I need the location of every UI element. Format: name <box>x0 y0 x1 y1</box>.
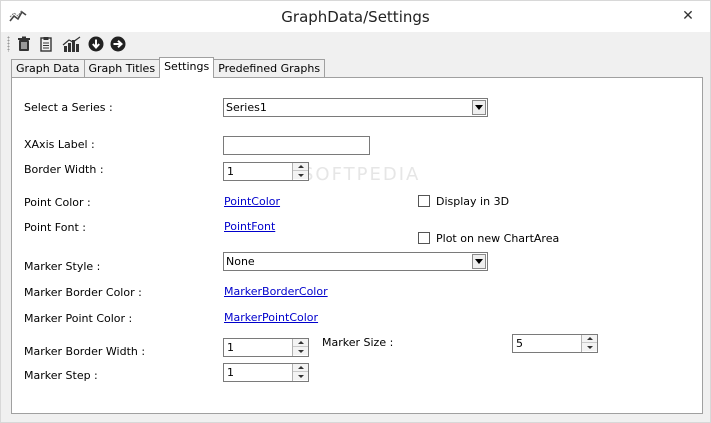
chevron-down-icon <box>586 345 593 349</box>
marker-step-value: 1 <box>227 366 234 379</box>
app-window: GraphData/Settings ✕ Graph Data Graph Ti… <box>0 0 711 423</box>
series-select-value: Series1 <box>226 101 267 114</box>
border-width-stepper[interactable]: 1 <box>223 162 309 181</box>
border-width-down-button[interactable] <box>293 171 308 179</box>
forward-button[interactable] <box>109 35 127 53</box>
close-button[interactable]: ✕ <box>676 5 700 27</box>
chevron-up-icon <box>586 337 593 340</box>
marker-border-width-label: Marker Border Width : <box>24 345 146 358</box>
marker-style-select[interactable]: None <box>223 252 488 271</box>
toolbar-grip[interactable] <box>7 36 10 52</box>
marker-step-stepper-buttons <box>292 364 308 381</box>
trash-icon <box>18 36 30 51</box>
tab-graph-titles[interactable]: Graph Titles <box>83 59 161 78</box>
close-icon: ✕ <box>682 8 694 24</box>
chevron-up-icon <box>297 366 304 369</box>
point-font-label: Point Font : <box>24 221 86 234</box>
marker-size-label: Marker Size : <box>322 336 394 349</box>
chevron-down-icon <box>475 105 483 110</box>
marker-border-width-stepper[interactable]: 1 <box>223 338 309 357</box>
marker-style-value: None <box>226 255 255 268</box>
marker-border-color-label: Marker Border Color : <box>24 286 142 299</box>
marker-size-stepper-buttons <box>581 335 597 352</box>
marker-border-width-value: 1 <box>227 341 234 354</box>
marker-point-color-label: Marker Point Color : <box>24 312 133 325</box>
marker-style-dropdown-button[interactable] <box>472 254 486 269</box>
border-width-label: Border Width : <box>24 163 104 176</box>
border-width-stepper-buttons <box>292 163 308 180</box>
marker-border-width-down-button[interactable] <box>293 347 308 355</box>
tab-graph-data[interactable]: Graph Data <box>11 59 85 78</box>
tab-settings[interactable]: Settings <box>159 57 215 78</box>
marker-size-stepper[interactable]: 5 <box>512 334 598 353</box>
xaxis-label: XAxis Label : <box>24 138 95 151</box>
marker-point-color-link[interactable]: MarkerPointColor <box>224 311 318 324</box>
marker-size-down-button[interactable] <box>582 343 597 351</box>
point-font-link[interactable]: PointFont <box>224 220 275 233</box>
chart-icon <box>62 36 81 52</box>
marker-step-label: Marker Step : <box>24 369 98 382</box>
settings-panel: SOFTPEDIA Select a Series : Series1 XAxi… <box>11 77 703 414</box>
forward-icon <box>110 36 126 52</box>
delete-button[interactable] <box>15 35 33 53</box>
xaxis-label-input[interactable] <box>223 136 370 155</box>
title-bar[interactable]: GraphData/Settings ✕ <box>1 1 710 32</box>
series-label: Select a Series : <box>24 101 113 114</box>
chevron-down-icon <box>475 259 483 264</box>
marker-step-up-button[interactable] <box>293 364 308 372</box>
clipboard-button[interactable] <box>37 35 55 53</box>
marker-step-stepper[interactable]: 1 <box>223 363 309 382</box>
point-color-label: Point Color : <box>24 196 91 209</box>
marker-step-down-button[interactable] <box>293 372 308 380</box>
download-button[interactable] <box>87 35 105 53</box>
point-color-link[interactable]: PointColor <box>224 195 280 208</box>
new-chartarea-label: Plot on new ChartArea <box>436 232 560 245</box>
chevron-down-icon <box>297 173 304 177</box>
series-select-dropdown-button[interactable] <box>472 100 486 115</box>
marker-size-value: 5 <box>516 337 523 350</box>
marker-border-width-up-button[interactable] <box>293 339 308 347</box>
chevron-up-icon <box>297 341 304 344</box>
marker-border-width-stepper-buttons <box>292 339 308 356</box>
marker-style-label: Marker Style : <box>24 260 101 273</box>
watermark: SOFTPEDIA <box>302 164 421 185</box>
border-width-value: 1 <box>227 165 234 178</box>
marker-size-up-button[interactable] <box>582 335 597 343</box>
display-3d-label: Display in 3D <box>436 195 510 208</box>
tab-strip: Graph Data Graph Titles Settings Predefi… <box>11 57 326 78</box>
tab-predefined-graphs[interactable]: Predefined Graphs <box>213 59 326 78</box>
marker-border-color-link[interactable]: MarkerBorderColor <box>224 285 328 298</box>
new-chartarea-checkbox[interactable] <box>418 232 430 244</box>
display-3d-checkbox[interactable] <box>418 195 430 207</box>
window-title: GraphData/Settings <box>281 8 430 26</box>
chevron-down-icon <box>297 349 304 353</box>
chart-button[interactable] <box>61 35 83 53</box>
series-select[interactable]: Series1 <box>223 98 488 117</box>
download-icon <box>88 36 104 52</box>
chevron-up-icon <box>297 165 304 168</box>
toolbar <box>5 33 707 55</box>
clipboard-icon <box>40 37 52 52</box>
border-width-up-button[interactable] <box>293 163 308 171</box>
chevron-down-icon <box>297 374 304 378</box>
